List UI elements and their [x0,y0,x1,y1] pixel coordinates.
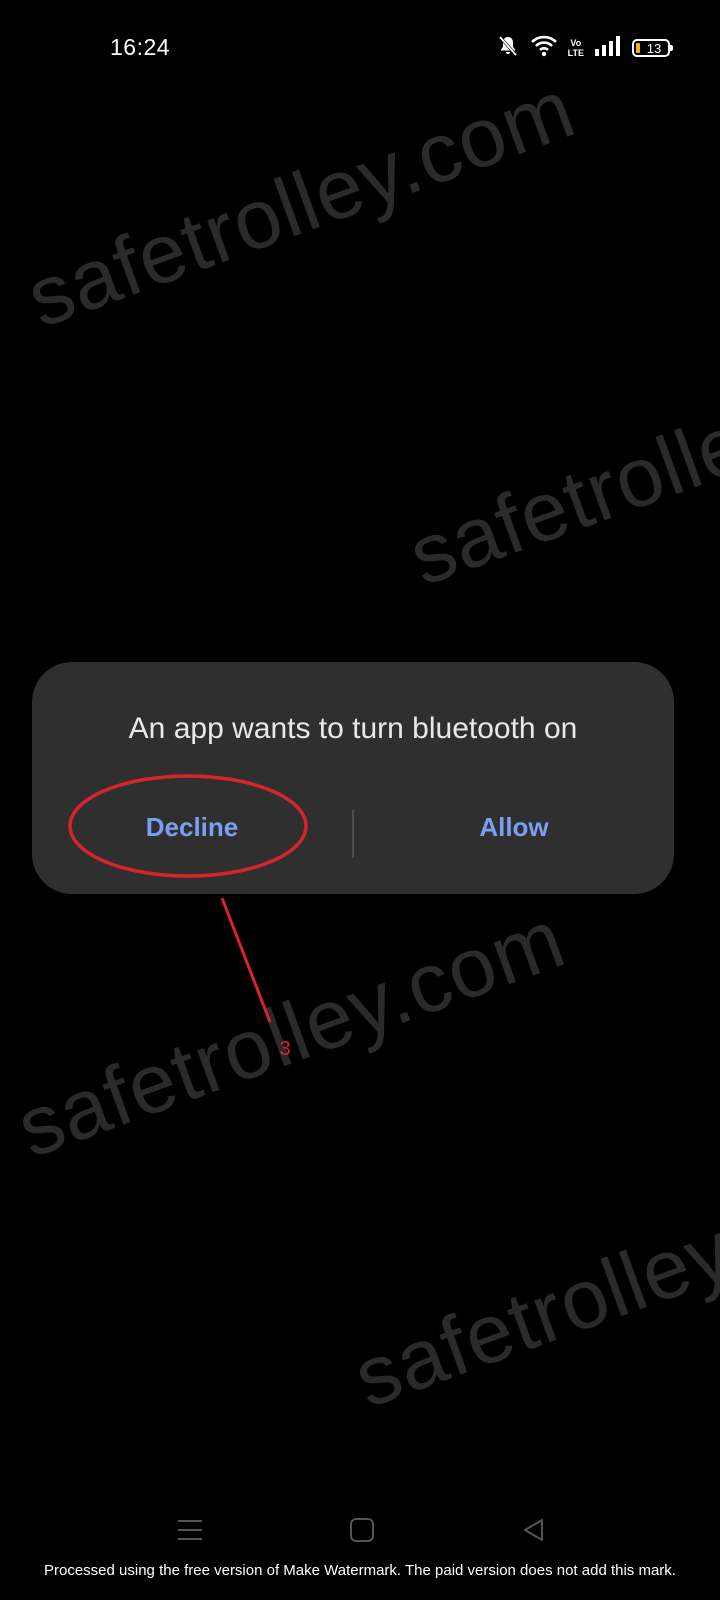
menu-icon [178,1520,202,1540]
tutorial-annotation: 3 [68,774,308,1060]
back-icon [524,1519,543,1541]
home-button[interactable] [342,1510,382,1550]
annotation-step-number: 3 [279,1038,290,1060]
highlight-circle [68,774,308,878]
back-button[interactable] [514,1510,554,1550]
home-icon [350,1518,374,1542]
annotation-pointer-line [220,897,272,1023]
recent-apps-button[interactable] [170,1510,210,1550]
navigation-bar [0,1500,720,1560]
watermark-notice: Processed using the free version of Make… [44,1562,676,1579]
